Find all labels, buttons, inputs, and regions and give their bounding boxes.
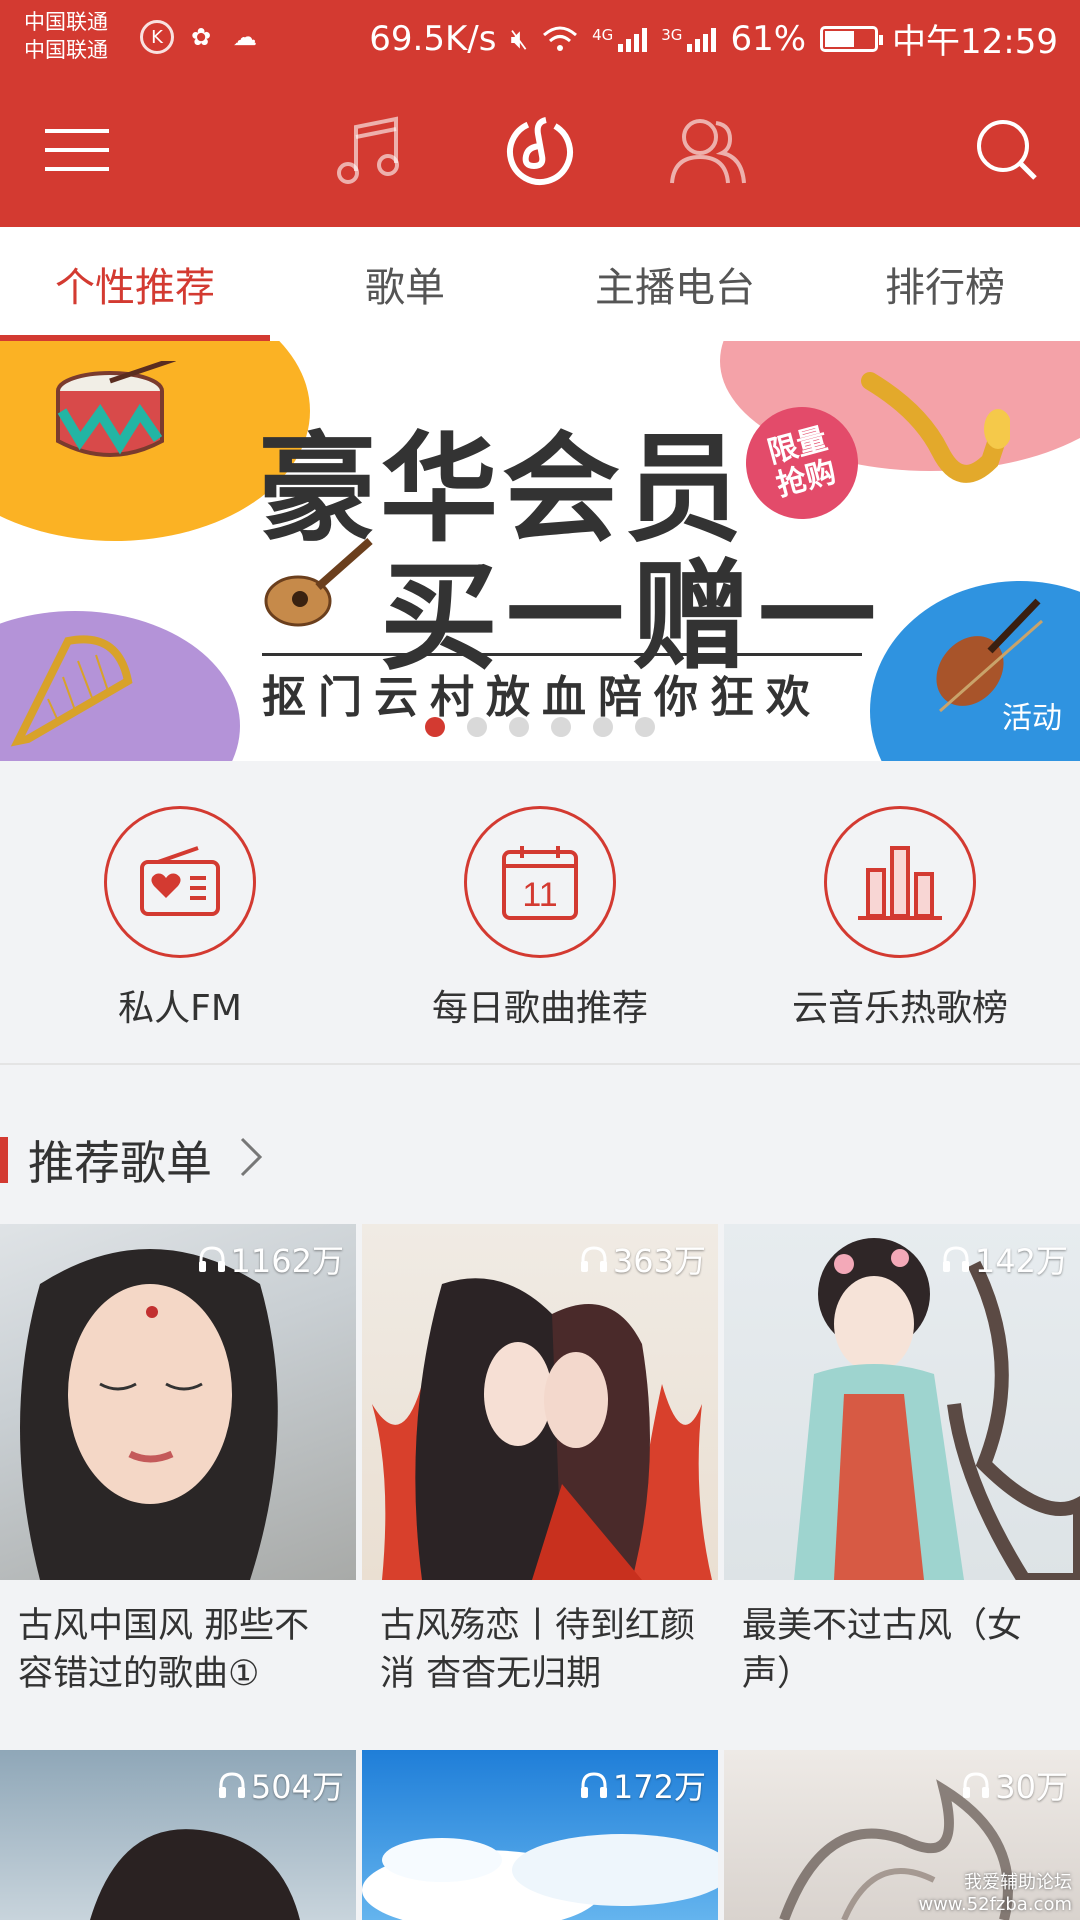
uc-browser-icon: ✿ <box>190 23 212 51</box>
play-count-value: 363万 <box>612 1242 706 1280</box>
tab-radio[interactable]: 主播电台 <box>540 227 810 341</box>
play-count: 30万 <box>961 1762 1068 1808</box>
headphones-icon <box>942 1246 969 1272</box>
signal-2-tag: 3G <box>661 25 683 44</box>
k-app-icon: K <box>140 20 174 54</box>
banner-subtitle: 抠门云村放血陪你狂欢 <box>262 672 822 723</box>
section-title: 推荐歌单 <box>28 1136 212 1190</box>
music-note-icon <box>337 116 399 184</box>
net-speed: 69.5K/s <box>369 18 497 59</box>
carrier-1: 中国联通 <box>24 10 108 34</box>
headphones-icon <box>580 1246 607 1272</box>
playlist-title: 古风殇恋丨待到红颜消 杳杳无归期 <box>380 1606 696 1694</box>
wifi-icon <box>543 26 578 51</box>
playlist-cover: 142万 <box>724 1224 1080 1580</box>
headphones-icon <box>963 1772 990 1798</box>
my-music-tab-button[interactable] <box>326 105 416 195</box>
headphones-icon <box>580 1772 607 1798</box>
signal-1-icon: 4G <box>592 25 648 52</box>
hot-chart-label: 云音乐热歌榜 <box>791 988 1008 1029</box>
weather-icon: ☁ <box>233 23 257 51</box>
play-count: 1162万 <box>197 1236 344 1282</box>
search-icon <box>977 120 1037 180</box>
recommended-playlists-header[interactable]: 推荐歌单 <box>0 1105 1080 1205</box>
play-count: 504万 <box>217 1762 344 1808</box>
private-fm-entry[interactable]: 私人FM <box>0 761 360 1063</box>
saxophone-icon <box>861 372 1010 483</box>
play-count-value: 142万 <box>974 1242 1068 1280</box>
section-accent-bar <box>0 1137 8 1183</box>
banner-pagination <box>0 717 1080 737</box>
play-count-value: 30万 <box>995 1768 1068 1806</box>
notification-icons: K ✿ ☁ <box>140 20 262 54</box>
discover-tabs: 个性推荐 歌单 主播电台 排行榜 <box>0 227 1080 341</box>
play-count-value: 1162万 <box>230 1242 344 1280</box>
tab-charts[interactable]: 排行榜 <box>810 227 1080 341</box>
playlist-card[interactable]: 504万 <box>0 1750 356 1920</box>
play-count: 142万 <box>941 1236 1068 1282</box>
play-count-value: 172万 <box>612 1768 706 1806</box>
headphones-icon <box>218 1772 245 1798</box>
calendar-icon: 11 <box>502 846 578 920</box>
clock: 中午12:59 <box>892 22 1058 62</box>
battery-fill <box>825 30 855 47</box>
playlist-cover: 363万 <box>362 1224 718 1580</box>
tab-recommend[interactable]: 个性推荐 <box>0 227 270 341</box>
carrier-info: 中国联通 中国联通 <box>24 8 108 64</box>
friends-icon <box>670 119 746 184</box>
banner-dot[interactable] <box>635 717 655 737</box>
search-button[interactable] <box>962 105 1052 195</box>
menu-button[interactable] <box>32 105 122 195</box>
mute-icon: 🔇︎ <box>510 21 529 55</box>
bar-chart-icon <box>858 846 942 920</box>
banner-dot[interactable] <box>509 717 529 737</box>
playlist-card[interactable]: 363万 古风殇恋丨待到红颜消 杳杳无归期 <box>362 1224 718 1722</box>
battery-percent: 61% <box>730 18 807 59</box>
friends-tab-button[interactable] <box>663 105 753 195</box>
playlist-card[interactable]: 172万 <box>362 1750 718 1920</box>
play-count: 172万 <box>579 1762 706 1808</box>
tab-playlists[interactable]: 歌单 <box>270 227 540 341</box>
playlist-title: 古风中国风 那些不容错过的歌曲① <box>18 1606 310 1694</box>
playlist-cover: 1162万 <box>0 1224 356 1580</box>
status-bar: 中国联通 中国联通 K ✿ ☁ 69.5K/s 🔇︎ 4G 3G 61% 中午1… <box>0 0 1080 75</box>
play-count: 363万 <box>579 1236 706 1282</box>
private-fm-label: 私人FM <box>118 988 242 1029</box>
playlist-title: 最美不过古风（女声） <box>742 1606 1023 1694</box>
daily-recommend-entry[interactable]: 11 每日歌曲推荐 <box>360 761 720 1063</box>
banner-divider <box>262 653 862 656</box>
banner-dot[interactable] <box>425 717 445 737</box>
playlist-card[interactable]: 142万 最美不过古风（女声） <box>724 1224 1080 1722</box>
banner-dot[interactable] <box>551 717 571 737</box>
radio-heart-icon <box>140 846 220 916</box>
playlist-cover: 172万 <box>362 1750 718 1920</box>
discover-tab-button[interactable] <box>495 105 585 195</box>
promo-banner[interactable]: 豪华会员 买一赠一 抠门云村放血陪你狂欢 限量 抢购 活动 <box>0 341 1080 761</box>
signal-1-tag: 4G <box>592 25 614 44</box>
menu-icon <box>45 129 109 171</box>
chevron-right-icon <box>240 1137 263 1177</box>
playlist-card[interactable]: 1162万 古风中国风 那些不容错过的歌曲① <box>0 1224 356 1722</box>
watermark-line1: 我爱辅助论坛 <box>964 1872 1072 1893</box>
top-app-bar <box>0 75 1080 227</box>
battery-icon <box>820 25 884 52</box>
play-count-value: 504万 <box>250 1768 344 1806</box>
daily-recommend-label: 每日歌曲推荐 <box>431 988 648 1029</box>
hot-chart-circle <box>824 806 976 958</box>
drum-icon <box>56 361 176 457</box>
watermark-line2: www.52fzba.com <box>918 1894 1072 1915</box>
headphones-icon <box>198 1246 225 1272</box>
netease-logo-icon <box>507 117 573 185</box>
private-fm-circle <box>104 806 256 958</box>
hot-chart-entry[interactable]: 云音乐热歌榜 <box>720 761 1080 1063</box>
calendar-day: 11 <box>522 876 557 914</box>
carrier-2: 中国联通 <box>24 38 108 62</box>
daily-recommend-circle: 11 <box>464 806 616 958</box>
forum-watermark: 我爱辅助论坛 www.52fzba.com <box>918 1872 1072 1916</box>
banner-dot[interactable] <box>467 717 487 737</box>
banner-dot[interactable] <box>593 717 613 737</box>
quick-entries: 私人FM 11 每日歌曲推荐 云音乐热歌榜 <box>0 761 1080 1065</box>
playlist-cover: 504万 <box>0 1750 356 1920</box>
signal-2-icon: 3G <box>661 25 717 52</box>
